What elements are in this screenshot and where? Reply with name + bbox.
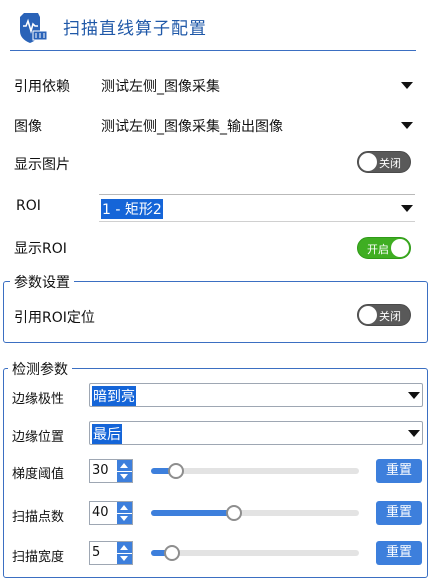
toggle-knob — [391, 239, 409, 257]
chevron-down-icon — [408, 392, 420, 399]
position-select[interactable]: 最后 — [89, 421, 423, 445]
param-settings-legend: 参数设置 — [10, 272, 74, 292]
toggle-state-text: 关闭 — [379, 157, 401, 170]
toggle-knob — [359, 306, 377, 324]
stepper-up-button[interactable] — [117, 502, 132, 513]
stepper-value: 5 — [92, 545, 101, 560]
stepper-down-button[interactable] — [117, 471, 132, 482]
chevron-down-icon — [401, 122, 413, 129]
roi-select[interactable]: 1 - 矩形2 — [99, 194, 415, 222]
image-select[interactable]: 测试左侧_图像采集_输出图像 — [99, 112, 415, 138]
scan-shield-icon — [16, 9, 52, 45]
stepper-value: 30 — [92, 463, 109, 478]
reset-button[interactable]: 重置 — [376, 501, 422, 525]
roi-locate-toggle[interactable]: 关闭 — [357, 304, 411, 326]
scan-width-stepper[interactable]: 5 — [89, 541, 133, 565]
position-label: 边缘位置 — [12, 430, 65, 445]
roi-label: ROI — [16, 198, 41, 214]
polarity-select-value: 暗到亮 — [92, 386, 136, 406]
ref-select[interactable]: 测试左侧_图像采集 — [99, 72, 415, 98]
ref-select-value: 测试左侧_图像采集 — [101, 79, 220, 95]
chevron-down-icon — [401, 82, 413, 89]
image-label: 图像 — [14, 119, 42, 135]
chevron-down-icon — [401, 205, 413, 212]
stepper-value: 40 — [92, 505, 109, 520]
show-image-label: 显示图片 — [14, 157, 70, 173]
reset-button[interactable]: 重置 — [376, 459, 422, 483]
detect-params-legend: 检测参数 — [8, 359, 72, 379]
title-divider — [10, 50, 416, 51]
toggle-state-text: 开启 — [367, 243, 389, 256]
stepper-down-button[interactable] — [117, 513, 132, 524]
gradient-threshold-label: 梯度阈值 — [12, 467, 65, 482]
show-roi-toggle[interactable]: 开启 — [357, 237, 411, 259]
gradient-threshold-slider[interactable] — [151, 463, 359, 479]
toggle-knob — [359, 153, 377, 171]
chevron-down-icon — [408, 430, 420, 437]
position-select-value: 最后 — [92, 424, 122, 444]
toggle-state-text: 关闭 — [379, 310, 401, 323]
polarity-select[interactable]: 暗到亮 — [89, 383, 423, 407]
polarity-label: 边缘极性 — [12, 392, 65, 407]
slider-handle[interactable] — [226, 505, 242, 521]
scan-points-slider[interactable] — [151, 505, 359, 521]
slider-handle[interactable] — [164, 545, 180, 561]
slider-handle[interactable] — [168, 463, 184, 479]
page-title: 扫描直线算子配置 — [63, 19, 207, 39]
scan-points-label: 扫描点数 — [12, 510, 65, 525]
reset-button[interactable]: 重置 — [376, 541, 422, 565]
ref-label: 引用依赖 — [14, 79, 70, 95]
stepper-down-button[interactable] — [117, 553, 132, 564]
scan-width-label: 扫描宽度 — [12, 550, 65, 565]
stepper-up-button[interactable] — [117, 542, 132, 553]
stepper-up-button[interactable] — [117, 460, 132, 471]
show-roi-label: 显示ROI — [14, 241, 67, 257]
show-image-toggle[interactable]: 关闭 — [357, 151, 411, 173]
gradient-threshold-stepper[interactable]: 30 — [89, 459, 133, 483]
roi-locate-label: 引用ROI定位 — [14, 310, 95, 326]
image-select-value: 测试左侧_图像采集_输出图像 — [101, 119, 283, 135]
scan-width-slider[interactable] — [151, 545, 359, 561]
roi-select-value: 1 - 矩形2 — [101, 199, 163, 219]
scan-points-stepper[interactable]: 40 — [89, 501, 133, 525]
